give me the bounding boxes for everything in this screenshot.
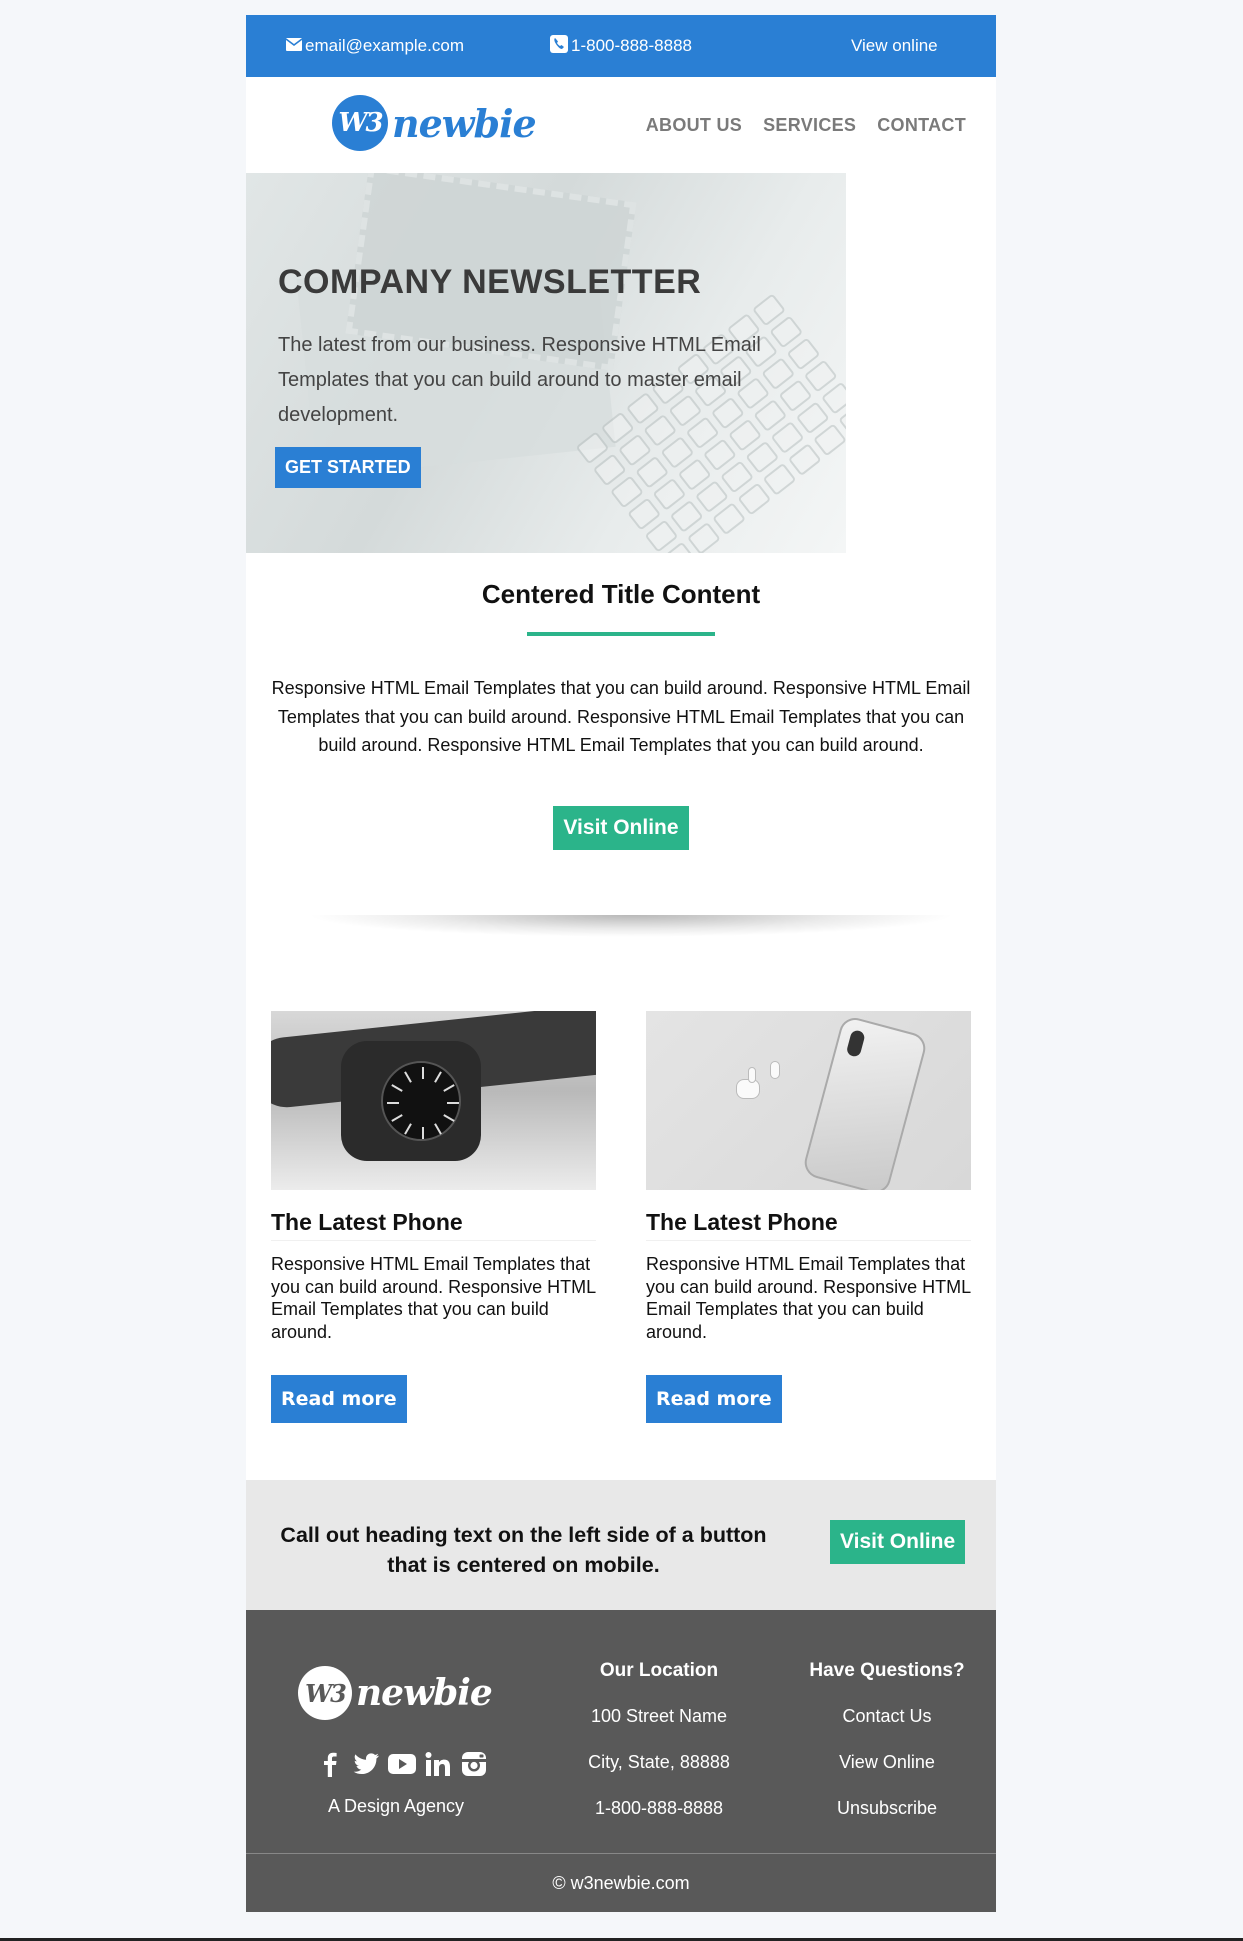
smartwatch-image[interactable]: [271, 1011, 596, 1190]
topbar-phone-link[interactable]: 1-800-888-8888: [550, 15, 692, 77]
main-nav: ABOUT US SERVICES CONTACT: [646, 77, 966, 173]
footer-contact-us-link[interactable]: Contact Us: [792, 1706, 982, 1752]
title-divider: [527, 632, 715, 636]
copyright: © w3newbie.com: [246, 1854, 996, 1912]
footer: W3 newbie A Design Agency Our Location 1…: [246, 1610, 996, 1854]
product-body: Responsive HTML Email Templates that you…: [271, 1254, 596, 1342]
phone-icon: [550, 34, 571, 58]
footer-location-heading: Our Location: [599, 1660, 719, 1681]
envelope-icon: [285, 36, 305, 56]
footer-address-line: City, State, 88888: [588, 1752, 730, 1772]
callout-section: Call out heading text on the left side o…: [246, 1480, 996, 1610]
product-body: Responsive HTML Email Templates that you…: [646, 1254, 971, 1342]
footer-view-online-link[interactable]: View Online: [792, 1752, 982, 1798]
linkedin-icon[interactable]: [424, 1750, 452, 1778]
products-section: The Latest Phone Responsive HTML Email T…: [246, 937, 996, 1480]
footer-tagline: A Design Agency: [327, 1796, 465, 1816]
callout-heading: Call out heading text on the left side o…: [280, 1523, 767, 1577]
logo-word: newbie: [392, 100, 537, 146]
hero-body: The latest from our business. Responsive…: [278, 334, 761, 426]
read-more-button[interactable]: Read more: [646, 1375, 782, 1423]
footer-unsubscribe-link[interactable]: Unsubscribe: [792, 1798, 982, 1844]
iphone-image[interactable]: [646, 1011, 971, 1190]
footer-questions-column: Have Questions? Contact Us View Online U…: [792, 1660, 982, 1844]
hero-banner: COMPANY NEWSLETTER The latest from our b…: [246, 173, 846, 553]
topbar-phone-text: 1-800-888-8888: [571, 36, 692, 55]
read-more-button[interactable]: Read more: [271, 1375, 407, 1423]
product-title: The Latest Phone: [271, 1209, 596, 1241]
footer-address-line: 100 Street Name: [590, 1706, 728, 1726]
product-title: The Latest Phone: [646, 1209, 971, 1241]
twitter-icon[interactable]: [352, 1750, 380, 1778]
footer-phone[interactable]: 1-800-888-8888: [564, 1798, 754, 1844]
nav-contact[interactable]: CONTACT: [877, 115, 966, 136]
product-card: The Latest Phone Responsive HTML Email T…: [646, 1011, 971, 1423]
logo-mark: W3: [332, 95, 388, 151]
product-card: The Latest Phone Responsive HTML Email T…: [271, 1011, 596, 1423]
youtube-icon[interactable]: [388, 1750, 416, 1778]
email-container: email@example.com 1-800-888-8888 View on…: [246, 15, 996, 1912]
footer-logo[interactable]: W3 newbie: [298, 1666, 493, 1720]
top-bar: email@example.com 1-800-888-8888 View on…: [246, 15, 996, 77]
centered-section: Centered Title Content Responsive HTML E…: [246, 553, 996, 937]
visit-online-button[interactable]: Visit Online: [553, 805, 689, 850]
nav-about-us[interactable]: ABOUT US: [646, 115, 742, 136]
footer-logo-mark: W3: [298, 1666, 352, 1720]
nav-services[interactable]: SERVICES: [763, 115, 856, 136]
instagram-icon[interactable]: [460, 1750, 488, 1778]
hero-title: COMPANY NEWSLETTER: [278, 263, 702, 301]
centered-title: Centered Title Content: [481, 579, 761, 609]
section-shadow-divider: [306, 915, 956, 937]
hero-content: COMPANY NEWSLETTER The latest from our b…: [275, 263, 828, 488]
footer-questions-heading: Have Questions?: [809, 1660, 965, 1681]
footer-logo-word: newbie: [356, 1672, 493, 1714]
footer-location-column: Our Location 100 Street Name City, State…: [564, 1660, 754, 1844]
centered-body: Responsive HTML Email Templates that you…: [271, 678, 971, 755]
callout-visit-online-button[interactable]: Visit Online: [830, 1520, 966, 1564]
social-links: [316, 1750, 488, 1778]
topbar-email-text: email@example.com: [305, 36, 464, 55]
get-started-button[interactable]: GET STARTED: [275, 447, 421, 488]
topbar-email-link[interactable]: email@example.com: [285, 15, 464, 77]
topbar-view-online-link[interactable]: View online: [851, 15, 938, 77]
facebook-icon[interactable]: [316, 1750, 344, 1778]
header: W3 newbie ABOUT US SERVICES CONTACT: [246, 77, 996, 173]
logo[interactable]: W3 newbie: [332, 95, 537, 151]
